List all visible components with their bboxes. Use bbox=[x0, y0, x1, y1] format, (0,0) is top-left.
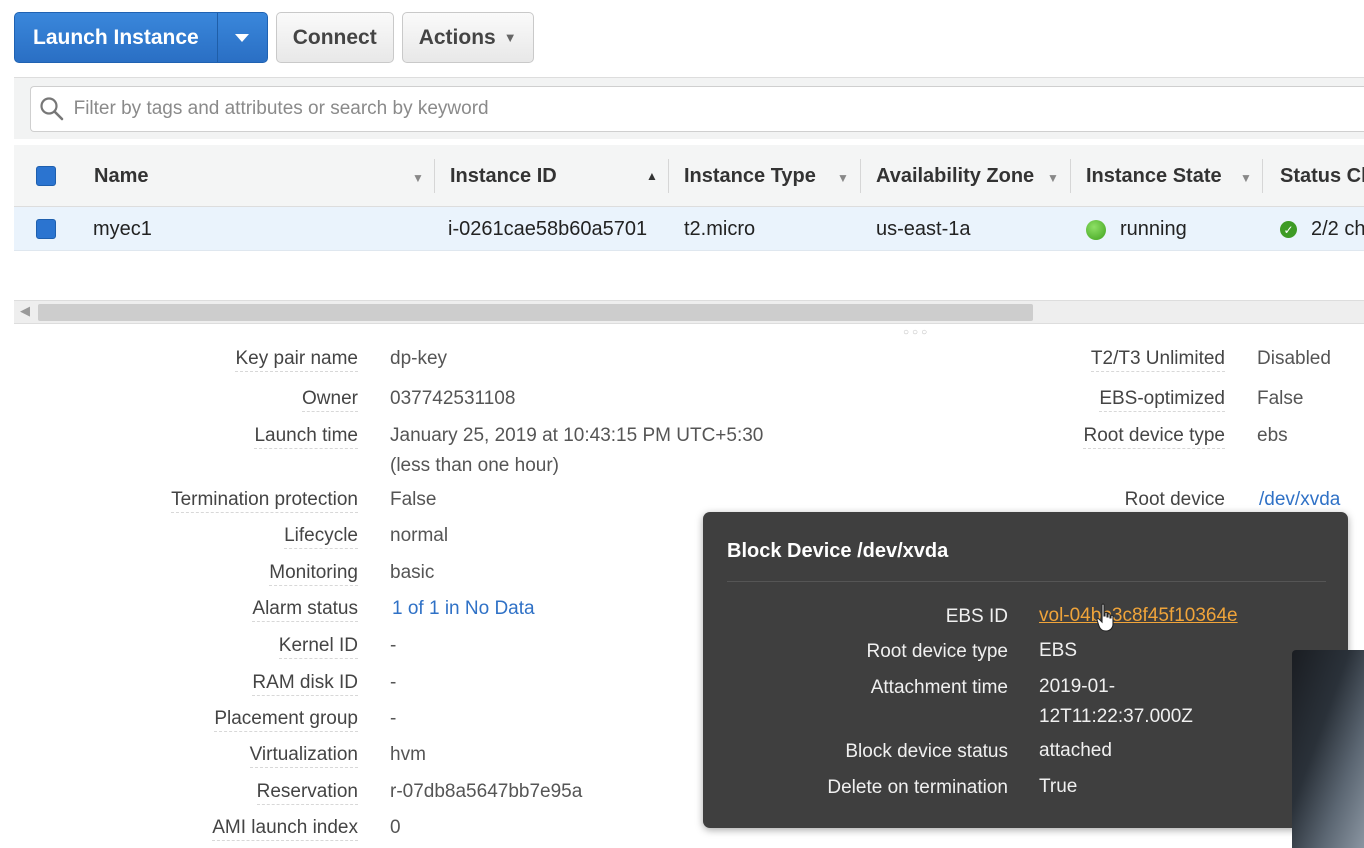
detail-value: Disabled bbox=[1257, 348, 1331, 369]
detail-value: 037742531108 bbox=[390, 388, 516, 409]
sort-icon[interactable]: ▼ bbox=[412, 171, 424, 185]
detail-label: Root device type bbox=[1083, 425, 1225, 449]
detail-label: EBS-optimized bbox=[1099, 388, 1225, 412]
popover-label: Attachment time bbox=[870, 677, 1008, 698]
column-divider bbox=[860, 159, 861, 193]
toolbar: Launch Instance Connect Actions ▼ bbox=[14, 12, 534, 63]
popover-label: Block device status bbox=[845, 741, 1008, 762]
popover-value: 12T11:22:37.000Z bbox=[1039, 706, 1193, 727]
running-status-icon bbox=[1086, 219, 1106, 240]
detail-value: - bbox=[390, 672, 397, 693]
instance-name: myec1 bbox=[93, 218, 152, 240]
alarm-status-link[interactable]: 1 of 1 in No Data bbox=[392, 598, 535, 620]
detail-label: AMI launch index bbox=[212, 817, 358, 841]
detail-value: January 25, 2019 at 10:43:15 PM UTC+5:30 bbox=[390, 425, 764, 446]
sort-icon[interactable]: ▼ bbox=[837, 171, 849, 185]
status-checks: ✓ 2/2 ch bbox=[1280, 218, 1364, 241]
popover-value: EBS bbox=[1039, 640, 1078, 661]
detail-value: (less than one hour) bbox=[390, 455, 559, 476]
column-header-instance-id[interactable]: Instance ID bbox=[450, 165, 557, 188]
popover-label: Root device type bbox=[866, 641, 1008, 662]
availability-zone: us-east-1a bbox=[876, 218, 971, 240]
detail-value: dp-key bbox=[390, 348, 448, 369]
detail-label: Launch time bbox=[254, 425, 358, 449]
sort-icon[interactable]: ▼ bbox=[1240, 171, 1252, 185]
detail-value: 0 bbox=[390, 817, 401, 838]
status-checks-label: 2/2 ch bbox=[1311, 218, 1364, 240]
detail-label: T2/T3 Unlimited bbox=[1090, 348, 1225, 372]
detail-value: False bbox=[390, 489, 437, 510]
detail-label: Virtualization bbox=[249, 744, 358, 768]
column-header-status-checks[interactable]: Status Ch bbox=[1280, 165, 1364, 188]
sort-ascending-icon[interactable]: ▲ bbox=[646, 169, 658, 183]
popover-value: attached bbox=[1039, 740, 1112, 761]
detail-value: - bbox=[390, 635, 397, 656]
actions-button[interactable]: Actions ▼ bbox=[401, 12, 534, 63]
check-circle-icon: ✓ bbox=[1280, 221, 1297, 238]
detail-label: Reservation bbox=[256, 781, 358, 805]
table-header: Name ▼ Instance ID ▲ Instance Type ▼ Ava… bbox=[14, 145, 1364, 207]
sort-icon[interactable]: ▼ bbox=[1047, 171, 1059, 185]
detail-value: ebs bbox=[1257, 425, 1288, 446]
column-divider bbox=[1070, 159, 1071, 193]
column-header-instance-type[interactable]: Instance Type bbox=[684, 165, 816, 188]
popover-title: Block Device /dev/xvda bbox=[727, 540, 949, 562]
column-header-name[interactable]: Name bbox=[94, 165, 148, 188]
popover-value: True bbox=[1039, 776, 1078, 797]
column-divider bbox=[668, 159, 669, 193]
detail-label: Alarm status bbox=[252, 598, 358, 622]
detail-value: basic bbox=[390, 562, 435, 583]
launch-instance-button[interactable]: Launch Instance bbox=[15, 13, 217, 62]
instances-table: Name ▼ Instance ID ▲ Instance Type ▼ Ava… bbox=[14, 145, 1364, 251]
column-header-instance-state[interactable]: Instance State bbox=[1086, 165, 1222, 188]
instance-state: running bbox=[1086, 218, 1187, 241]
detail-label: Kernel ID bbox=[278, 635, 358, 659]
detail-value: hvm bbox=[390, 744, 426, 765]
instance-state-label: running bbox=[1120, 218, 1187, 240]
detail-value: r-07db8a5647bb7e95a bbox=[390, 781, 583, 802]
popover-label: EBS ID bbox=[945, 606, 1008, 627]
popover-value: 2019-01- bbox=[1039, 676, 1116, 697]
connect-button[interactable]: Connect bbox=[275, 12, 394, 63]
popover-label: Delete on termination bbox=[827, 777, 1008, 798]
popover-divider bbox=[727, 581, 1326, 582]
column-header-availability-zone[interactable]: Availability Zone bbox=[876, 165, 1034, 188]
block-device-popover: Block Device /dev/xvda EBS ID vol-04bb3c… bbox=[703, 512, 1348, 828]
detail-label: Owner bbox=[302, 388, 358, 412]
instance-type: t2.micro bbox=[684, 218, 756, 240]
search-box bbox=[30, 86, 1364, 132]
table-row[interactable]: myec1 i-0261cae58b60a5701 t2.micro us-ea… bbox=[14, 207, 1364, 251]
detail-label: Termination protection bbox=[171, 489, 358, 513]
detail-label: Root device bbox=[1124, 489, 1225, 510]
launch-instance-dropdown-button[interactable] bbox=[216, 13, 267, 62]
detail-label: Key pair name bbox=[235, 348, 358, 372]
horizontal-scrollbar[interactable]: ◀ bbox=[14, 300, 1364, 324]
webcam-overlay bbox=[1292, 650, 1364, 848]
caret-down-icon bbox=[235, 33, 250, 42]
row-checkbox[interactable] bbox=[36, 219, 56, 239]
detail-value: normal bbox=[390, 525, 449, 546]
column-divider bbox=[434, 159, 435, 193]
launch-instance-split-button: Launch Instance bbox=[14, 12, 268, 63]
search-icon bbox=[31, 96, 74, 122]
search-bar bbox=[14, 77, 1364, 139]
instance-id: i-0261cae58b60a5701 bbox=[448, 218, 648, 240]
actions-label: Actions bbox=[418, 26, 496, 49]
resize-grip-icon[interactable]: ○○○ bbox=[903, 327, 930, 338]
scrollbar-thumb[interactable] bbox=[38, 304, 1033, 321]
ebs-id-link[interactable]: vol-04bb3c8f45f10364e bbox=[1039, 605, 1238, 627]
search-input[interactable] bbox=[73, 98, 1364, 120]
column-divider bbox=[1262, 159, 1263, 193]
scroll-left-arrow-icon[interactable]: ◀ bbox=[20, 303, 30, 319]
detail-value: - bbox=[390, 708, 397, 729]
hand-cursor-icon bbox=[1096, 603, 1114, 632]
detail-value: False bbox=[1257, 388, 1304, 409]
detail-label: RAM disk ID bbox=[252, 672, 358, 696]
detail-label: Lifecycle bbox=[284, 525, 358, 549]
detail-label: Monitoring bbox=[269, 562, 358, 586]
detail-label: Placement group bbox=[214, 708, 358, 732]
select-all-checkbox[interactable] bbox=[36, 166, 56, 186]
root-device-link[interactable]: /dev/xvda bbox=[1259, 489, 1340, 511]
chevron-down-icon: ▼ bbox=[503, 30, 517, 45]
